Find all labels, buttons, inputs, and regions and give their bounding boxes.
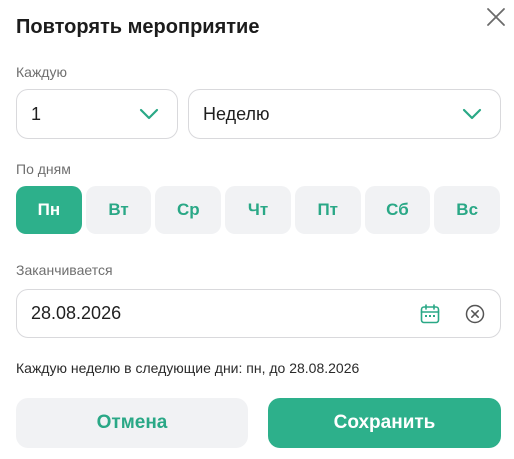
day-button-wed[interactable]: Ср <box>155 186 222 234</box>
recurrence-summary: Каждую неделю в следующие дни: пн, до 28… <box>16 360 360 376</box>
save-button[interactable]: Сохранить <box>268 398 501 448</box>
dialog-title: Повторять мероприятие <box>16 16 260 38</box>
day-button-mon[interactable]: Пн <box>16 186 82 234</box>
interval-label: Каждую <box>16 64 67 80</box>
days-label: По дням <box>16 161 71 177</box>
day-button-tue[interactable]: Вт <box>85 186 152 234</box>
clear-icon[interactable] <box>464 303 486 325</box>
close-icon[interactable] <box>484 5 508 29</box>
interval-unit-value: Неделю <box>203 103 270 124</box>
interval-unit-select[interactable]: Неделю <box>188 89 501 139</box>
chevron-down-icon <box>462 108 482 120</box>
calendar-icon[interactable] <box>419 303 441 325</box>
interval-count-select[interactable]: 1 <box>16 89 178 139</box>
day-button-sun[interactable]: Вс <box>434 186 501 234</box>
day-button-sat[interactable]: Сб <box>364 186 431 234</box>
day-button-fri[interactable]: Пт <box>294 186 361 234</box>
chevron-down-icon <box>139 108 159 120</box>
end-date-value: 28.08.2026 <box>31 303 122 323</box>
weekday-selector: Пн Вт Ср Чт Пт Сб Вс <box>16 186 501 234</box>
end-date-field[interactable]: 28.08.2026 <box>16 289 501 338</box>
cancel-button[interactable]: Отмена <box>16 398 248 448</box>
interval-count-value: 1 <box>31 103 42 124</box>
day-button-thu[interactable]: Чт <box>225 186 291 234</box>
end-label: Заканчивается <box>16 262 113 278</box>
